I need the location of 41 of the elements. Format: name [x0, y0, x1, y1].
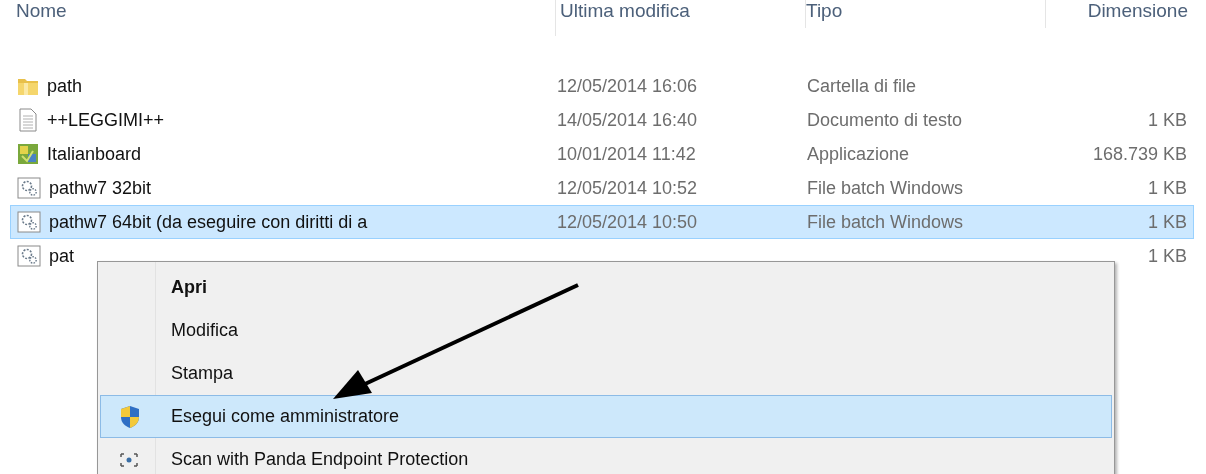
document-icon	[17, 108, 39, 132]
scan-icon	[119, 451, 139, 468]
type-text: File batch Windows	[807, 211, 964, 232]
size-text: 1 KB	[1147, 177, 1187, 198]
type-text: Documento di testo	[807, 109, 963, 130]
type-text: File batch Windows	[807, 177, 964, 198]
date-text: 10/01/2014 11:42	[557, 143, 696, 164]
type-text: Applicazione	[807, 143, 910, 164]
file-name: pathw7 64bit (da eseguire con diritti di a	[49, 210, 368, 234]
file-name: Italianboard	[47, 142, 142, 166]
application-icon	[17, 143, 39, 165]
column-header[interactable]: Dimensione	[1046, 0, 1188, 28]
file-row[interactable]: pathw7 64bit (da eseguire con diritti di a 12/05/2014 10:50 File batch Windows 1 KB	[10, 205, 1194, 239]
file-name: pat	[49, 244, 75, 268]
file-row[interactable]: pathw7 32bit 12/05/2014 10:52 File batch Windows 1 KB	[10, 171, 1194, 205]
date-text: 12/05/2014 10:52	[557, 177, 698, 198]
shield-icon	[119, 404, 141, 429]
type-text: Cartella di file	[807, 75, 917, 96]
size-text: 1 KB	[1147, 245, 1187, 266]
column-header[interactable]: Nome	[16, 0, 556, 36]
size-text: 1 KB	[1147, 109, 1187, 130]
gear-file-icon	[17, 211, 41, 233]
column-header[interactable]: Ultima modifica	[556, 0, 806, 28]
date-text: 14/05/2014 16:40	[557, 109, 698, 130]
file-name: ++LEGGIMI++	[47, 108, 165, 132]
gear-file-icon	[17, 245, 41, 267]
date-text: 12/05/2014 16:06	[557, 75, 698, 96]
date-text: 12/05/2014 10:50	[557, 211, 698, 232]
size-text: 168.739 KB	[1092, 143, 1187, 164]
size-text: 1 KB	[1147, 211, 1187, 232]
menu-item[interactable]: Esegui come amministratore	[100, 395, 1112, 438]
file-row[interactable]: path 12/05/2014 16:06 Cartella di file	[10, 69, 1194, 103]
menu-item[interactable]: Scan with Panda Endpoint Protection	[100, 438, 1112, 474]
menu-item[interactable]: Modifica	[100, 309, 1112, 352]
file-name: pathw7 32bit	[49, 176, 152, 200]
file-name: path	[47, 74, 83, 98]
column-header[interactable]: Tipo	[806, 0, 1046, 28]
file-row[interactable]: Italianboard 10/01/2014 11:42 Applicazione 168.739 KB	[10, 137, 1194, 171]
gear-file-icon	[17, 177, 41, 199]
file-row[interactable]: ++LEGGIMI++ 14/05/2014 16:40 Documento di testo 1 KB	[10, 103, 1194, 137]
menu-item[interactable]: Stampa	[100, 352, 1112, 395]
